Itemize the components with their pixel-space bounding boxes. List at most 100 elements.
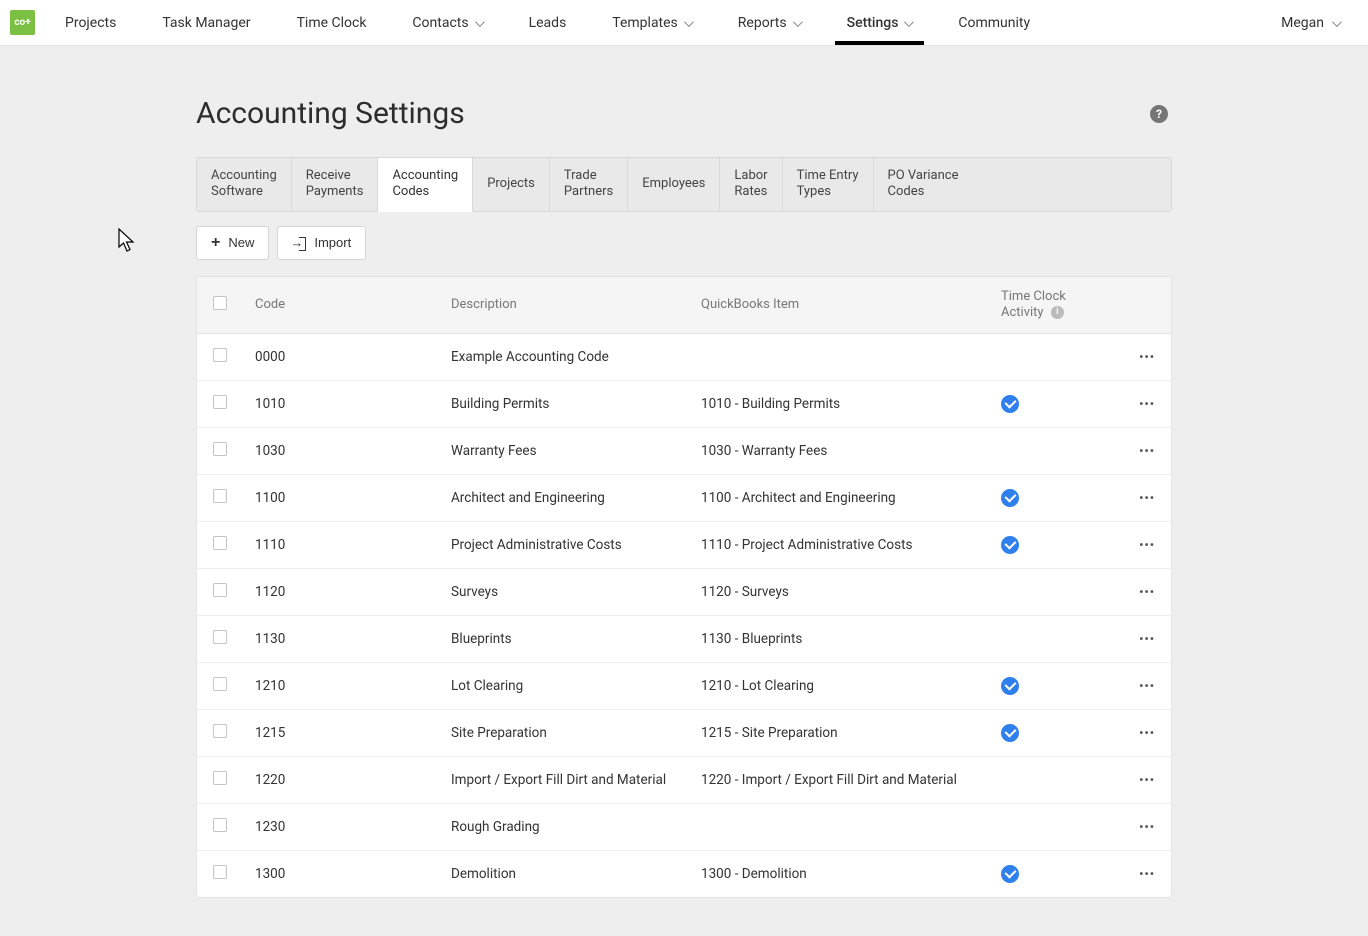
nav-item-projects[interactable]: Projects bbox=[65, 0, 116, 45]
row-menu-button[interactable]: ••• bbox=[1139, 867, 1155, 881]
tab-receive-payments[interactable]: Receive Payments bbox=[292, 158, 379, 211]
nav-item-community[interactable]: Community bbox=[958, 0, 1030, 45]
tab-employees[interactable]: Employees bbox=[628, 158, 720, 211]
scroll-area[interactable]: Accounting Settings ? Accounting Softwar… bbox=[0, 46, 1368, 936]
row-checkbox[interactable] bbox=[213, 583, 227, 597]
table-row[interactable]: 1110Project Administrative Costs1110 - P… bbox=[197, 522, 1171, 569]
cell-code: 1215 bbox=[255, 725, 451, 741]
row-menu-button[interactable]: ••• bbox=[1139, 773, 1155, 787]
user-name: Megan bbox=[1281, 15, 1324, 31]
tab-po-variance-codes[interactable]: PO Variance Codes bbox=[874, 158, 973, 211]
row-menu-button[interactable]: ••• bbox=[1139, 444, 1155, 458]
row-checkbox[interactable] bbox=[213, 630, 227, 644]
cell-description: Architect and Engineering bbox=[451, 490, 701, 506]
row-checkbox[interactable] bbox=[213, 677, 227, 691]
cell-quickbooks: 1210 - Lot Clearing bbox=[701, 678, 1001, 694]
table-row[interactable]: 1100Architect and Engineering1100 - Arch… bbox=[197, 475, 1171, 522]
table-row[interactable]: 1215Site Preparation1215 - Site Preparat… bbox=[197, 710, 1171, 757]
nav-label: Task Manager bbox=[162, 15, 250, 31]
nav-item-leads[interactable]: Leads bbox=[529, 0, 567, 45]
nav-item-templates[interactable]: Templates bbox=[612, 0, 692, 45]
row-checkbox[interactable] bbox=[213, 442, 227, 456]
import-button[interactable]: Import bbox=[277, 226, 366, 260]
row-checkbox[interactable] bbox=[213, 489, 227, 503]
cell-quickbooks: 1110 - Project Administrative Costs bbox=[701, 537, 1001, 553]
tab-accounting-codes[interactable]: Accounting Codes bbox=[378, 158, 473, 212]
cell-description: Rough Grading bbox=[451, 819, 701, 835]
row-menu-button[interactable]: ••• bbox=[1139, 632, 1155, 646]
user-menu[interactable]: Megan bbox=[1281, 15, 1340, 31]
check-badge-icon bbox=[1001, 489, 1019, 507]
header-time-clock[interactable]: Time Clock Activity i bbox=[1001, 289, 1111, 322]
table-row[interactable]: 1130Blueprints1130 - Blueprints••• bbox=[197, 616, 1171, 663]
cell-quickbooks: 1030 - Warranty Fees bbox=[701, 443, 1001, 459]
header-quickbooks[interactable]: QuickBooks Item bbox=[701, 297, 1001, 312]
row-menu-button[interactable]: ••• bbox=[1139, 679, 1155, 693]
nav-label: Leads bbox=[529, 15, 567, 31]
tab-labor-rates[interactable]: Labor Rates bbox=[720, 158, 782, 211]
row-menu-button[interactable]: ••• bbox=[1139, 491, 1155, 505]
cell-code: 1010 bbox=[255, 396, 451, 412]
table-row[interactable]: 1210Lot Clearing1210 - Lot Clearing ••• bbox=[197, 663, 1171, 710]
new-button[interactable]: + New bbox=[196, 226, 269, 260]
row-menu-button[interactable]: ••• bbox=[1139, 397, 1155, 411]
row-checkbox[interactable] bbox=[213, 536, 227, 550]
nav-item-settings[interactable]: Settings bbox=[847, 0, 913, 45]
cell-code: 1230 bbox=[255, 819, 451, 835]
cell-time-clock bbox=[1001, 489, 1111, 507]
help-icon[interactable]: ? bbox=[1150, 105, 1168, 123]
logo[interactable]: co+ bbox=[10, 10, 35, 35]
cell-code: 1220 bbox=[255, 772, 451, 788]
row-checkbox[interactable] bbox=[213, 865, 227, 879]
row-menu-button[interactable]: ••• bbox=[1139, 350, 1155, 364]
header-code[interactable]: Code bbox=[255, 297, 451, 312]
cell-description: Lot Clearing bbox=[451, 678, 701, 694]
nav-label: Time Clock bbox=[297, 15, 367, 31]
tab-projects[interactable]: Projects bbox=[473, 158, 550, 211]
check-badge-icon bbox=[1001, 724, 1019, 742]
cell-quickbooks: 1100 - Architect and Engineering bbox=[701, 490, 1001, 506]
row-checkbox[interactable] bbox=[213, 724, 227, 738]
nav-item-reports[interactable]: Reports bbox=[738, 0, 801, 45]
tab-accounting-software[interactable]: Accounting Software bbox=[197, 158, 292, 211]
chevron-down-icon bbox=[1330, 20, 1340, 26]
top-nav: co+ Projects Task Manager Time Clock Contac… bbox=[0, 0, 1368, 46]
tab-trade-partners[interactable]: Trade Partners bbox=[550, 158, 628, 211]
table-row[interactable]: 1120Surveys1120 - Surveys••• bbox=[197, 569, 1171, 616]
chevron-down-icon bbox=[682, 20, 692, 26]
cell-code: 1030 bbox=[255, 443, 451, 459]
cell-description: Project Administrative Costs bbox=[451, 537, 701, 553]
table-row[interactable]: 1030Warranty Fees1030 - Warranty Fees ••• bbox=[197, 428, 1171, 475]
table-row[interactable]: 1300Demolition1300 - Demolition••• bbox=[197, 851, 1171, 897]
info-icon[interactable]: i bbox=[1051, 306, 1064, 319]
row-menu-button[interactable]: ••• bbox=[1139, 538, 1155, 552]
row-menu-button[interactable]: ••• bbox=[1139, 585, 1155, 599]
row-checkbox[interactable] bbox=[213, 348, 227, 362]
cell-description: Demolition bbox=[451, 866, 701, 882]
cell-code: 1300 bbox=[255, 866, 451, 882]
table-row[interactable]: 1010Building Permits1010 - Building Perm… bbox=[197, 381, 1171, 428]
page-header: Accounting Settings ? bbox=[196, 96, 1172, 131]
row-checkbox[interactable] bbox=[213, 818, 227, 832]
chevron-down-icon bbox=[902, 20, 912, 26]
cell-description: Warranty Fees bbox=[451, 443, 701, 459]
header-description[interactable]: Description bbox=[451, 297, 701, 312]
row-menu-button[interactable]: ••• bbox=[1139, 820, 1155, 834]
row-checkbox[interactable] bbox=[213, 395, 227, 409]
table-row[interactable]: 1230Rough Grading ••• bbox=[197, 804, 1171, 851]
nav-item-task-manager[interactable]: Task Manager bbox=[162, 0, 250, 45]
table-row[interactable]: 1220Import / Export Fill Dirt and Materi… bbox=[197, 757, 1171, 804]
new-button-label: New bbox=[228, 235, 254, 250]
row-menu-button[interactable]: ••• bbox=[1139, 726, 1155, 740]
select-all-checkbox[interactable] bbox=[213, 296, 227, 310]
cell-code: 1210 bbox=[255, 678, 451, 694]
nav-item-time-clock[interactable]: Time Clock bbox=[297, 0, 367, 45]
tabs: Accounting SoftwareReceive PaymentsAccou… bbox=[196, 157, 1172, 212]
table-row[interactable]: 0000Example Accounting Code••• bbox=[197, 334, 1171, 381]
nav-item-contacts[interactable]: Contacts bbox=[412, 0, 482, 45]
row-checkbox[interactable] bbox=[213, 771, 227, 785]
tab-time-entry-types[interactable]: Time Entry Types bbox=[783, 158, 874, 211]
page-content: Accounting Settings ? Accounting Softwar… bbox=[196, 46, 1172, 936]
table-header: Code Description QuickBooks Item Time Cl… bbox=[197, 277, 1171, 335]
cell-description: Building Permits bbox=[451, 396, 701, 412]
